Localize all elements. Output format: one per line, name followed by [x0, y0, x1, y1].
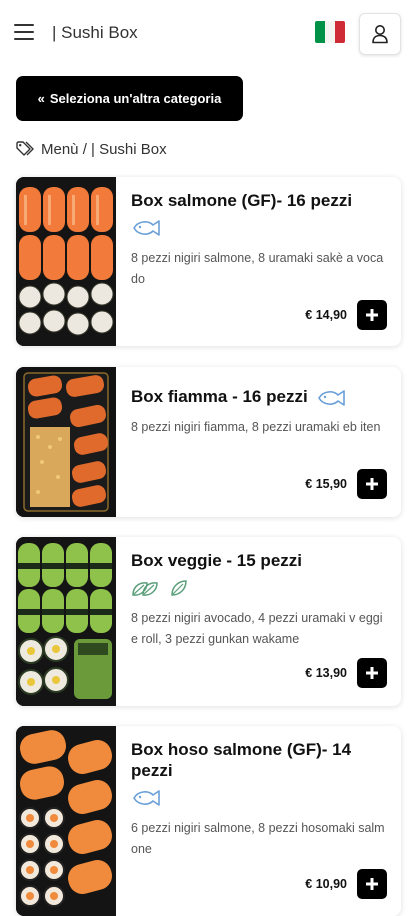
product-price: € 13,90 — [305, 666, 347, 680]
product-photo — [16, 177, 116, 346]
product-name: Box veggie - 15 pezzi — [131, 551, 302, 570]
add-to-cart-button[interactable] — [357, 869, 387, 899]
plus-icon — [366, 309, 378, 321]
breadcrumb-text[interactable]: Menù / | Sushi Box — [41, 141, 167, 158]
add-to-cart-button[interactable] — [357, 300, 387, 330]
double-chevron-left-icon: « — [37, 91, 45, 106]
vegan-leaf-icon — [171, 580, 187, 596]
product-name: Box hoso salmone (GF)- 14 pezzi — [131, 740, 352, 780]
product-card[interactable]: Box salmone (GF)- 16 pezzi 8 pezzi nigir… — [16, 177, 401, 346]
add-to-cart-button[interactable] — [357, 469, 387, 499]
product-photo — [16, 367, 116, 517]
plus-icon — [366, 478, 378, 490]
product-description: 8 pezzi nigiri fiamma, 8 pezzi uramaki e… — [131, 419, 381, 434]
tag-icon — [16, 141, 34, 156]
product-tags — [131, 787, 387, 809]
add-to-cart-button[interactable] — [357, 658, 387, 688]
product-tags — [131, 577, 387, 599]
plus-icon — [366, 667, 378, 679]
breadcrumb: Menù / | Sushi Box — [16, 139, 167, 159]
product-description: 8 pezzi nigiri avocado, 4 pezzi uramaki … — [131, 611, 383, 646]
product-card[interactable]: Box hoso salmone (GF)- 14 pezzi 6 pezzi … — [16, 726, 401, 916]
top-bar: | Sushi Box — [0, 0, 415, 66]
select-category-button[interactable]: « Seleziona un'altra categoria — [16, 76, 243, 121]
product-card[interactable]: Box veggie - 15 pezzi 8 pezzi nigiri avo… — [16, 537, 401, 706]
product-tags — [131, 217, 387, 239]
product-name: Box salmone (GF)- 16 pezzi — [131, 191, 353, 210]
product-description: 6 pezzi nigiri salmone, 8 pezzi hosomaki… — [131, 821, 385, 856]
product-card[interactable]: Box fiamma - 16 pezzi 8 pezzi nigiri fia… — [16, 367, 401, 517]
it-flag-icon[interactable] — [315, 21, 345, 43]
user-icon — [372, 25, 388, 44]
fish-icon — [133, 220, 160, 236]
page-title: | Sushi Box — [52, 23, 138, 42]
fish-icon — [133, 790, 160, 806]
product-price: € 10,90 — [305, 877, 347, 891]
product-name: Box fiamma - 16 pezzi — [131, 386, 387, 408]
fish-icon — [317, 389, 345, 406]
plus-icon — [366, 878, 378, 890]
product-name-text: Box fiamma - 16 pezzi — [131, 387, 308, 406]
product-description: 8 pezzi nigiri salmone, 8 uramaki sakè a… — [131, 251, 384, 286]
menu-icon[interactable] — [14, 24, 34, 40]
vegetarian-leaf-icon — [132, 582, 158, 596]
select-category-label: Seleziona un'altra categoria — [49, 91, 222, 106]
product-photo — [16, 537, 116, 706]
user-button[interactable] — [359, 13, 401, 55]
product-price: € 14,90 — [305, 308, 347, 322]
product-price: € 15,90 — [305, 477, 347, 491]
product-photo — [16, 726, 116, 916]
